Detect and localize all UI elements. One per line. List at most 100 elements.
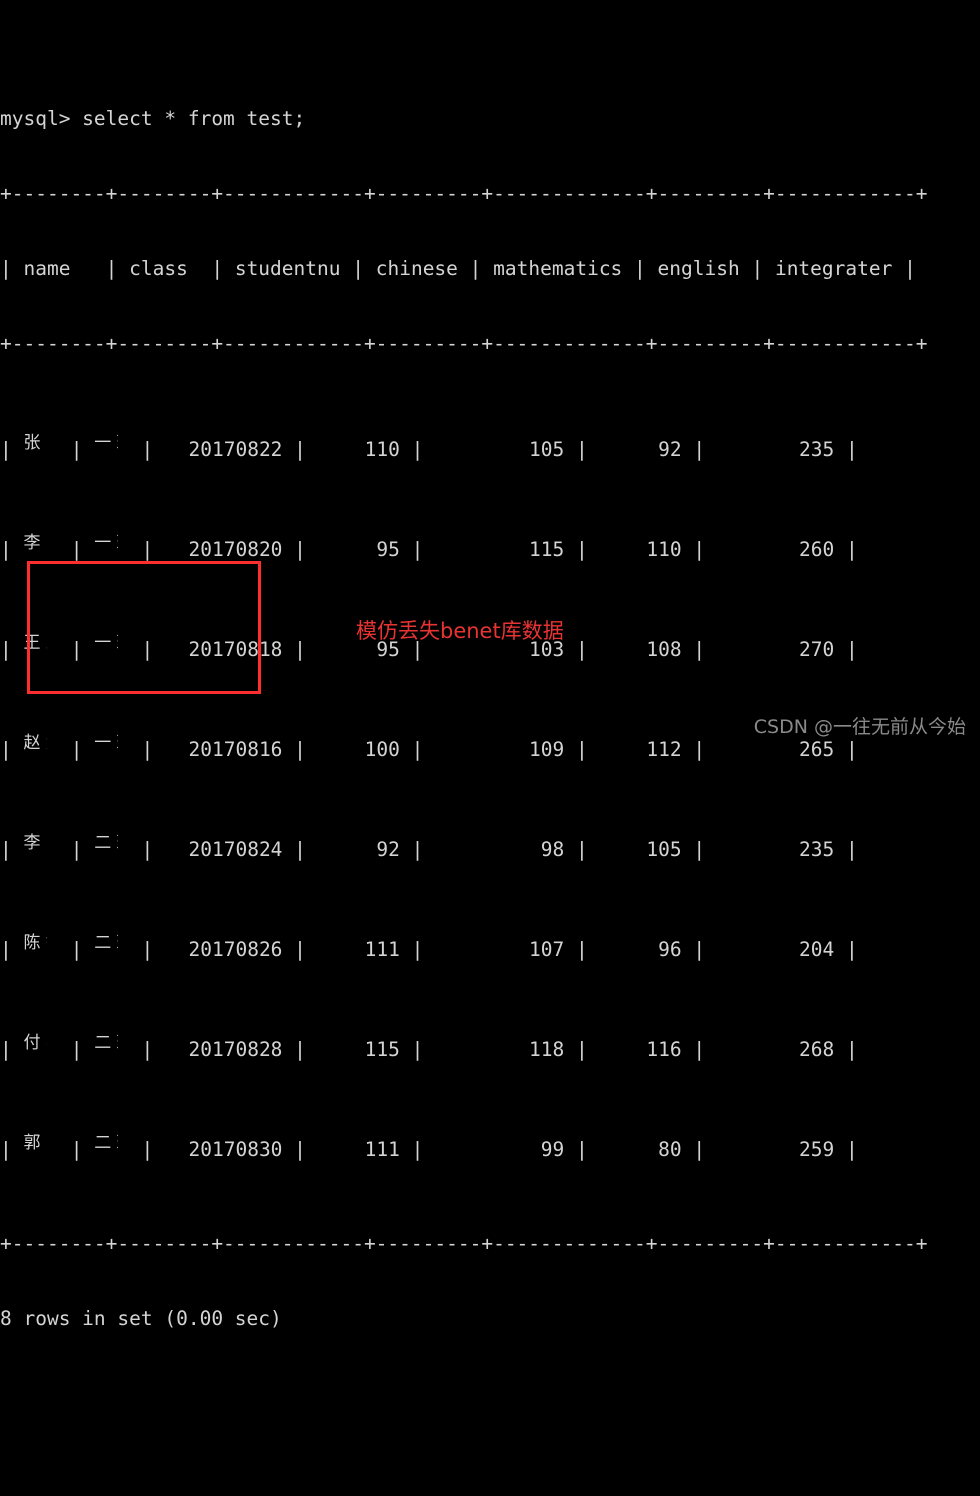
cell-integrater: 260 xyxy=(799,538,835,561)
pad: | xyxy=(834,638,858,661)
table-row: | 张 三 | 一 班 | 20170822 | 110 | 105 | 92 … xyxy=(0,431,927,461)
pad: | xyxy=(399,938,529,961)
pad: | xyxy=(282,1138,365,1161)
pad: | xyxy=(340,257,376,280)
pad: | xyxy=(282,938,365,961)
pad: | xyxy=(282,438,365,461)
cell-english: 92 xyxy=(658,438,682,461)
cell-studentnu: 20170816 xyxy=(188,738,283,761)
cell-mathematics: 99 xyxy=(540,1138,565,1161)
cell-studentnu: 20170824 xyxy=(188,838,283,861)
row-pipe: | xyxy=(0,938,24,961)
header-cell-class: class xyxy=(129,257,188,280)
cell-name: 张 三 xyxy=(23,433,47,453)
cell-english: 116 xyxy=(646,1038,682,1061)
cell-class: 二 班 xyxy=(94,1133,118,1153)
pad: | xyxy=(118,538,189,561)
test-table-bottom-border: +--------+--------+------------+--------… xyxy=(0,1232,928,1255)
cell-chinese: 111 xyxy=(364,938,400,961)
cell-mathematics: 105 xyxy=(528,438,565,461)
pad: | xyxy=(118,938,189,961)
pad: | xyxy=(681,438,800,461)
annotation-text: 模仿丢失benet库数据 xyxy=(356,619,564,643)
pad: | xyxy=(739,257,775,280)
pad: | xyxy=(834,938,858,961)
test-table-row-count: 8 rows in set (0.00 sec) xyxy=(0,1307,282,1330)
cell-english: 96 xyxy=(658,938,682,961)
header-cell-chinese: chinese xyxy=(375,257,458,280)
cell-class: 二 班 xyxy=(94,1033,118,1053)
header-cell-name: name xyxy=(23,257,71,280)
pad: | xyxy=(399,1138,541,1161)
cell-class: 一 班 xyxy=(94,533,118,553)
pad: | xyxy=(118,838,189,861)
cell-name: 付 杰 xyxy=(23,1033,47,1053)
cell-class: 一 班 xyxy=(94,433,118,453)
pad: | xyxy=(399,438,529,461)
cell-integrater: 265 xyxy=(799,738,835,761)
pad: | xyxy=(118,638,189,661)
pad: | xyxy=(282,838,377,861)
header-cell-integrater: integrater xyxy=(774,257,893,280)
cell-class: 二 班 xyxy=(94,833,118,853)
cell-english: 108 xyxy=(646,638,682,661)
pad: | xyxy=(681,938,800,961)
cell-mathematics: 98 xyxy=(540,838,565,861)
pad: | xyxy=(282,538,377,561)
header-cell-mathematics: mathematics xyxy=(493,257,623,280)
cell-name: 李 宁 xyxy=(23,833,47,853)
row-pipe: | xyxy=(0,538,24,561)
cell-chinese: 115 xyxy=(364,1038,400,1061)
pad: | xyxy=(564,538,647,561)
cell-studentnu: 20170818 xyxy=(188,638,283,661)
pad: | xyxy=(47,538,95,561)
header-cell-english: english xyxy=(657,257,740,280)
cell-name: 陈 铭 xyxy=(23,933,47,953)
cell-integrater: 270 xyxy=(799,638,835,661)
cell-chinese: 100 xyxy=(364,738,400,761)
pad: | xyxy=(47,1038,95,1061)
cell-mathematics: 118 xyxy=(528,1038,565,1061)
cell-name: 赵 六 xyxy=(23,733,47,753)
pad: | xyxy=(681,538,800,561)
cell-chinese: 110 xyxy=(364,438,400,461)
pad: | xyxy=(399,1038,529,1061)
pad: | xyxy=(282,738,365,761)
cell-mathematics: 115 xyxy=(528,538,565,561)
terminal-window[interactable]: mysql> select * from test; +--------+---… xyxy=(0,0,980,1330)
pad: | xyxy=(834,838,858,861)
pad: | xyxy=(399,538,529,561)
table-row: | 郭 尚 | 二 班 | 20170830 | 111 | 99 | 80 |… xyxy=(0,1131,927,1161)
watermark: CSDN @一往无前从今始 xyxy=(753,716,966,738)
pad: | xyxy=(47,1138,95,1161)
cell-integrater: 235 xyxy=(799,438,835,461)
cell-mathematics: 109 xyxy=(528,738,565,761)
pad: | xyxy=(457,257,494,280)
pad: | xyxy=(681,738,800,761)
row-pipe: | xyxy=(0,838,24,861)
pad: | xyxy=(47,438,95,461)
pad: | xyxy=(47,638,95,661)
pad: | xyxy=(681,638,800,661)
pad: | xyxy=(622,257,658,280)
pad: | xyxy=(564,838,647,861)
cell-english: 112 xyxy=(646,738,682,761)
cell-integrater: 268 xyxy=(799,1038,835,1061)
pad: | xyxy=(834,438,858,461)
table-row: | 李 宁 | 二 班 | 20170824 | 92 | 98 | 105 |… xyxy=(0,831,927,861)
pad: | xyxy=(118,438,189,461)
pad: | xyxy=(834,538,858,561)
pad: | xyxy=(834,738,858,761)
cell-chinese: 95 xyxy=(376,538,400,561)
cell-integrater: 204 xyxy=(799,938,835,961)
row-pipe: | xyxy=(0,1138,24,1161)
pad: | xyxy=(564,1038,647,1061)
cell-class: 一 班 xyxy=(94,633,118,653)
cell-english: 80 xyxy=(658,1138,682,1161)
pad: | xyxy=(187,257,235,280)
test-table-header-border: +--------+--------+------------+--------… xyxy=(0,332,928,355)
pad: | xyxy=(118,738,189,761)
pad: | xyxy=(892,257,916,280)
cell-integrater: 235 xyxy=(799,838,835,861)
row-pipe: | xyxy=(0,1038,24,1061)
